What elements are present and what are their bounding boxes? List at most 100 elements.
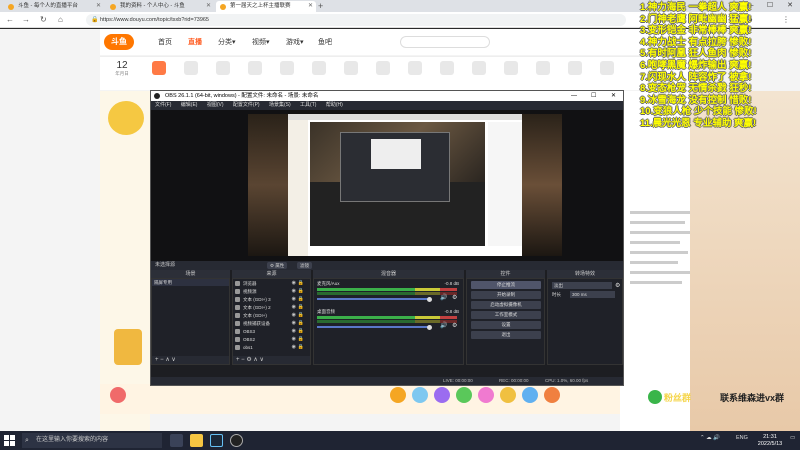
speaker-icon[interactable]: 🔊	[440, 322, 447, 329]
obs-taskbar-icon[interactable]	[230, 434, 243, 447]
menu-view[interactable]: 视图(V)	[207, 102, 224, 108]
nav-video[interactable]: 视频▾	[252, 37, 270, 47]
source-item[interactable]: obs1 ◉ 🔒	[233, 344, 306, 352]
transition-select[interactable]: 淡出	[552, 282, 612, 289]
file-explorer-icon[interactable]	[190, 434, 203, 447]
category-item[interactable]	[530, 61, 556, 77]
notification-icon[interactable]: ▭	[790, 435, 795, 441]
menu-profile[interactable]: 配置文件(P)	[233, 102, 260, 108]
menu-tools[interactable]: 工具(T)	[300, 102, 316, 108]
category-item[interactable]	[210, 61, 236, 77]
lock-icon[interactable]: 🔒	[298, 320, 304, 328]
category-item[interactable]	[242, 61, 268, 77]
obs-minimize-button[interactable]: —	[571, 91, 577, 101]
scenes-dock-footer[interactable]: + − ∧ ∨	[152, 356, 229, 364]
home-icon[interactable]: ⌂	[58, 15, 63, 25]
forward-arrow-icon[interactable]: →	[22, 15, 30, 25]
windows-start-icon[interactable]	[4, 435, 15, 446]
obs-preview[interactable]	[151, 110, 623, 261]
gear-icon[interactable]: ⚙	[452, 294, 457, 301]
nav-yuba[interactable]: 鱼吧	[318, 37, 332, 47]
douyu-logo[interactable]: 斗鱼	[104, 34, 134, 50]
category-item[interactable]	[370, 61, 396, 77]
nav-game[interactable]: 游戏▾	[286, 37, 304, 47]
source-item[interactable]: 视频源 ◉ 🔒	[233, 288, 306, 296]
close-tab-icon[interactable]: ✕	[308, 1, 313, 12]
exit-button[interactable]: 退出	[471, 331, 541, 339]
category-item[interactable]	[402, 61, 428, 77]
nav-home[interactable]: 首页	[158, 37, 172, 47]
visibility-eye-icon[interactable]: ◉	[292, 280, 296, 288]
visibility-eye-icon[interactable]: ◉	[292, 336, 296, 344]
nav-category[interactable]: 分类▾	[218, 37, 236, 47]
gift-icon[interactable]	[522, 387, 538, 403]
lock-icon[interactable]: 🔒	[298, 296, 304, 304]
studio-mode-button[interactable]: 工作室模式	[471, 311, 541, 319]
category-item[interactable]	[562, 61, 588, 77]
category-item[interactable]	[434, 61, 460, 77]
lock-icon[interactable]: 🔒	[298, 328, 304, 336]
gift-icon[interactable]	[544, 387, 560, 403]
speaker-icon[interactable]: 🔊	[440, 294, 447, 301]
lock-icon[interactable]: 🔒	[298, 336, 304, 344]
virtual-camera-button[interactable]: 启动虚拟摄像机	[471, 301, 541, 309]
obs-close-button[interactable]: ✕	[611, 91, 616, 101]
properties-button[interactable]: ⚙ 属性	[267, 262, 288, 269]
menu-edit[interactable]: 编辑(E)	[181, 102, 198, 108]
filters-button[interactable]: 滤镜	[297, 262, 312, 269]
gear-icon[interactable]: ⚙	[452, 322, 457, 329]
visibility-eye-icon[interactable]: ◉	[292, 320, 296, 328]
volume-slider-handle[interactable]	[427, 296, 432, 302]
visibility-eye-icon[interactable]: ◉	[292, 328, 296, 336]
mascot-badge-image[interactable]	[114, 329, 142, 365]
category-item[interactable]	[178, 61, 204, 77]
start-recording-button[interactable]: 开始录制	[471, 291, 541, 299]
douyu-search-input[interactable]	[400, 36, 490, 48]
category-item[interactable]	[498, 61, 524, 77]
task-view-icon[interactable]	[170, 434, 183, 447]
source-item[interactable]: 文本 (GDI+) ◉ 🔒	[233, 312, 306, 320]
close-tab-icon[interactable]: ✕	[206, 1, 211, 12]
visibility-eye-icon[interactable]: ◉	[292, 312, 296, 320]
sources-dock-footer[interactable]: + − ⚙ ∧ ∨	[233, 356, 310, 364]
source-item[interactable]: OBS2 ◉ 🔒	[233, 336, 306, 344]
source-item[interactable]: 浏览器 ◉ 🔒	[233, 280, 306, 288]
duration-input[interactable]: 300 ms	[570, 291, 615, 298]
visibility-eye-icon[interactable]: ◉	[292, 296, 296, 304]
back-arrow-icon[interactable]: ←	[6, 15, 14, 25]
menu-help[interactable]: 帮助(H)	[326, 102, 343, 108]
menu-file[interactable]: 文件(F)	[155, 102, 171, 108]
steam-icon[interactable]	[210, 434, 223, 447]
visibility-eye-icon[interactable]: ◉	[292, 288, 296, 296]
category-item[interactable]	[594, 61, 620, 77]
lock-icon[interactable]: 🔒	[298, 304, 304, 312]
lock-icon[interactable]: 🔒	[298, 288, 304, 296]
volume-slider[interactable]	[317, 326, 429, 328]
source-item[interactable]: OBS3 ◉ 🔒	[233, 328, 306, 336]
settings-button[interactable]: 设置	[471, 321, 541, 329]
volume-slider[interactable]	[317, 298, 429, 300]
obs-maximize-button[interactable]: ☐	[591, 91, 596, 101]
scene-item[interactable]: 隔屏专用	[152, 279, 229, 286]
gift-icon[interactable]	[478, 387, 494, 403]
menu-scene-collection[interactable]: 场景集(S)	[269, 102, 291, 108]
visibility-eye-icon[interactable]: ◉	[292, 344, 296, 352]
new-tab-button[interactable]: +	[318, 1, 323, 11]
language-indicator[interactable]: ENG	[736, 435, 748, 441]
gift-icon[interactable]	[390, 387, 406, 403]
category-item[interactable]	[306, 61, 332, 77]
visibility-eye-icon[interactable]: ◉	[292, 304, 296, 312]
gift-icon[interactable]	[434, 387, 450, 403]
lock-icon[interactable]: 🔒	[298, 344, 304, 352]
source-item[interactable]: 视频捕获设备 ◉ 🔒	[233, 320, 306, 328]
gift-icon[interactable]	[412, 387, 428, 403]
nav-live[interactable]: 直播	[188, 37, 202, 47]
gift-icon[interactable]	[500, 387, 516, 403]
source-item[interactable]: 文本 (GDI+) 3 ◉ 🔒	[233, 296, 306, 304]
browser-tab-2[interactable]: 我的资料 - 个人中心 - 斗鱼 ✕	[106, 1, 214, 12]
gear-icon[interactable]: ⚙	[615, 282, 620, 289]
close-tab-icon[interactable]: ✕	[96, 1, 101, 12]
lock-icon[interactable]: 🔒	[298, 312, 304, 320]
category-item[interactable]	[274, 61, 300, 77]
gift-icon[interactable]	[456, 387, 472, 403]
